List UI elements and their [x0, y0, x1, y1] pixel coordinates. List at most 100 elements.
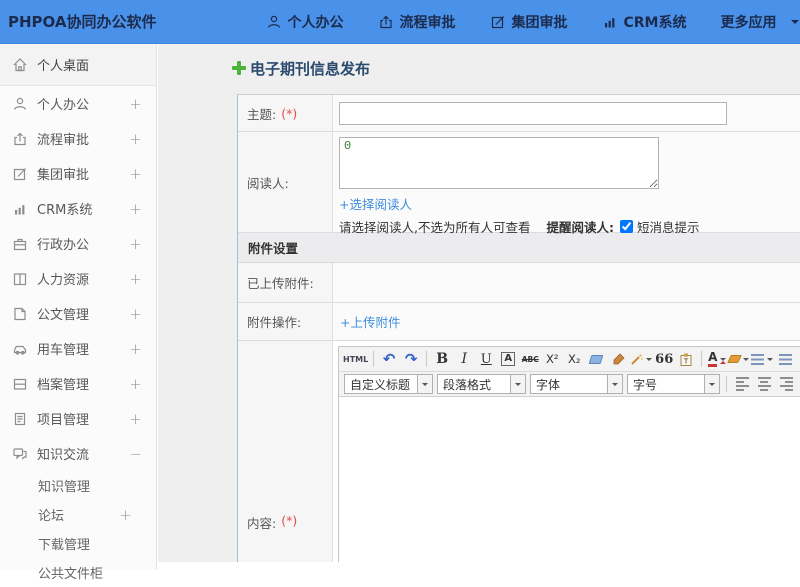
- upload-attachment-link[interactable]: +上传附件: [340, 312, 400, 331]
- font-box-button[interactable]: A: [498, 349, 518, 370]
- toolbar-separator: [426, 351, 427, 367]
- required-mark: (*): [281, 106, 297, 121]
- undo-button[interactable]: ↶: [379, 349, 399, 370]
- expand-toggle-icon[interactable]: −: [129, 445, 142, 463]
- sidebar-item-forum[interactable]: 论坛+: [0, 500, 156, 529]
- expand-toggle-icon[interactable]: +: [129, 165, 142, 183]
- blockquote-button[interactable]: 66: [654, 349, 674, 370]
- sidebar-item-public-file-cabinet[interactable]: 公共文件柜: [0, 558, 156, 587]
- process-icon: [378, 14, 400, 30]
- sidebar-item-document-management[interactable]: 公文管理+: [0, 296, 156, 331]
- redo-button[interactable]: ↷: [401, 349, 421, 370]
- subscript-button[interactable]: X₂: [564, 349, 584, 370]
- sidebar-item-knowledge-exchange[interactable]: 知识交流−: [0, 436, 156, 471]
- page-title-row: 电子期刊信息发布: [232, 57, 800, 79]
- sms-notify-label: 短消息提示: [637, 217, 700, 236]
- font-size-select[interactable]: 字号: [627, 374, 720, 394]
- chevron-down-icon: [607, 375, 622, 393]
- nav-item-personal-office[interactable]: 个人办公: [266, 12, 344, 32]
- readers-textarea[interactable]: 0: [339, 137, 659, 189]
- expand-toggle-icon[interactable]: +: [129, 130, 142, 148]
- superscript-button[interactable]: X²: [542, 349, 562, 370]
- magic-icon: [630, 353, 643, 366]
- sidebar-item-download-management[interactable]: 下载管理: [0, 529, 156, 558]
- page-title: 电子期刊信息发布: [250, 58, 370, 79]
- expand-toggle-icon[interactable]: +: [119, 506, 132, 524]
- sidebar-item-knowledge-management[interactable]: 知识管理: [0, 471, 156, 500]
- html-source-button[interactable]: HTML: [343, 349, 368, 370]
- paragraph-select[interactable]: 段落格式: [437, 374, 526, 394]
- user-icon: [266, 14, 288, 30]
- expand-toggle-icon[interactable]: +: [129, 305, 142, 323]
- strikethrough-button[interactable]: ABC: [520, 349, 540, 370]
- briefcase-icon: [12, 236, 37, 252]
- expand-toggle-icon[interactable]: +: [129, 235, 142, 253]
- sidebar-item-personal-office[interactable]: 个人办公+: [0, 86, 156, 121]
- sidebar-item-workflow-approval[interactable]: 流程审批+: [0, 121, 156, 156]
- toolbar-separator: [701, 351, 702, 367]
- content-row: 内容: (*) HTML↶↷BIUAABCX²X₂66TA 自定义标题段落格式字…: [238, 341, 800, 570]
- nav-item-group-approval[interactable]: 集团审批: [490, 12, 568, 32]
- select-readers-link[interactable]: +选择阅读人: [339, 194, 412, 213]
- chat-icon: [12, 446, 37, 462]
- paste-text-button[interactable]: T: [676, 349, 696, 370]
- edit-icon: [12, 166, 37, 182]
- sidebar-item-human-resources[interactable]: 人力资源+: [0, 261, 156, 296]
- sidebar-item-group-approval[interactable]: 集团审批+: [0, 156, 156, 191]
- editor-content-area[interactable]: [339, 397, 800, 570]
- font-color-button[interactable]: A: [707, 349, 727, 370]
- brush-icon: [612, 353, 625, 366]
- eraser-icon: [590, 355, 602, 364]
- expand-toggle-icon[interactable]: +: [129, 410, 142, 428]
- highlight-color-button[interactable]: [729, 349, 749, 370]
- sidebar-item-personal-desktop[interactable]: 个人桌面: [0, 44, 156, 86]
- car-icon: [12, 341, 37, 357]
- chart-icon: [12, 201, 37, 217]
- highlight-icon: [729, 355, 740, 363]
- expand-toggle-icon[interactable]: +: [129, 375, 142, 393]
- subject-row: 主题: (*): [238, 95, 800, 132]
- project-icon: [12, 411, 37, 427]
- sidebar-item-archive-management[interactable]: 档案管理+: [0, 366, 156, 401]
- sidebar-item-crm-system[interactable]: CRM系统+: [0, 191, 156, 226]
- sidebar-item-project-management[interactable]: 项目管理+: [0, 401, 156, 436]
- sidebar-item-vehicle-management[interactable]: 用车管理+: [0, 331, 156, 366]
- editor-toolbar-row1: HTML↶↷BIUAABCX²X₂66TA: [339, 347, 800, 372]
- remind-readers-label: 提醒阅读人:: [546, 217, 614, 236]
- unordered-list-button[interactable]: [775, 349, 795, 370]
- top-nav: 个人办公 流程审批 集团审批 CRM系统 更多应用: [249, 12, 800, 32]
- eraser-button[interactable]: [586, 349, 606, 370]
- nav-item-crm-system[interactable]: CRM系统: [602, 12, 687, 32]
- subject-label: 主题: (*): [238, 95, 333, 131]
- expand-toggle-icon[interactable]: +: [129, 200, 142, 218]
- subject-input[interactable]: [339, 102, 727, 125]
- ordered-list-button[interactable]: [751, 349, 773, 370]
- top-navbar: PHPOA协同办公软件 个人办公 流程审批 集团审批 CRM系统 更多应用: [0, 0, 800, 44]
- expand-toggle-icon[interactable]: +: [129, 270, 142, 288]
- chevron-down-icon: [743, 358, 749, 364]
- underline-button[interactable]: U: [476, 349, 496, 370]
- bold-button[interactable]: B: [432, 349, 452, 370]
- main-content: 电子期刊信息发布 主题: (*) 阅读人: 0 +选择阅读人 请选择阅读人,不: [158, 44, 800, 570]
- bottom-strip: [158, 562, 800, 570]
- align-center-button[interactable]: [754, 374, 774, 395]
- required-mark: (*): [281, 513, 297, 528]
- rich-text-editor: HTML↶↷BIUAABCX²X₂66TA 自定义标题段落格式字体字号: [338, 346, 800, 570]
- nav-item-workflow-approval[interactable]: 流程审批: [378, 12, 456, 32]
- font-family-select[interactable]: 字体: [530, 374, 623, 394]
- autotypeset-button[interactable]: [630, 349, 652, 370]
- align-left-button[interactable]: [732, 374, 752, 395]
- format-brush-button[interactable]: [608, 349, 628, 370]
- nav-item-more-apps[interactable]: 更多应用: [721, 12, 799, 32]
- align-right-button[interactable]: [776, 374, 796, 395]
- italic-button[interactable]: I: [454, 349, 474, 370]
- sidebar-item-admin-office[interactable]: 行政办公+: [0, 226, 156, 261]
- app-logo[interactable]: PHPOA协同办公软件: [0, 11, 157, 32]
- sms-notify-checkbox[interactable]: [620, 220, 633, 233]
- toolbar-separator: [726, 376, 727, 392]
- chevron-down-icon: [791, 20, 799, 28]
- heading-select[interactable]: 自定义标题: [344, 374, 433, 394]
- uploaded-attachments-value: [333, 263, 800, 302]
- expand-toggle-icon[interactable]: +: [129, 340, 142, 358]
- expand-toggle-icon[interactable]: +: [129, 95, 142, 113]
